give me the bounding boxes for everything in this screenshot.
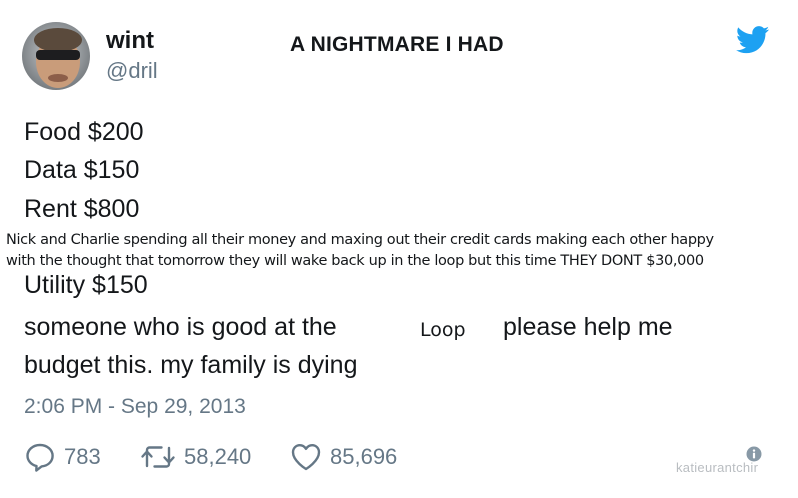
tweet-line-last: budget this. my family is dying xyxy=(24,351,358,379)
reply-count: 783 xyxy=(64,444,101,469)
like-icon xyxy=(291,444,321,471)
avatar[interactable] xyxy=(22,22,90,90)
tweet-line-after-loop: please help me xyxy=(503,313,673,341)
reply-icon xyxy=(26,443,54,472)
retweet-icon xyxy=(141,446,175,468)
reply-button[interactable]: 783 xyxy=(24,441,101,473)
author-handle[interactable]: @dril xyxy=(106,58,158,84)
overlay-caption-line-1: Nick and Charlie spending all their mone… xyxy=(6,232,714,248)
meme-caption: A NIGHTMARE I HAD xyxy=(290,33,504,56)
author-display-name[interactable]: wint xyxy=(106,27,154,55)
watermark: katieurantchir xyxy=(676,460,759,475)
twitter-bird-icon[interactable] xyxy=(735,26,770,54)
tweet-timestamp[interactable]: 2:06 PM - Sep 29, 2013 xyxy=(24,394,246,420)
tweet-line-before-loop: someone who is good at the xyxy=(24,313,337,341)
avatar-image xyxy=(22,22,90,90)
retweet-count: 58,240 xyxy=(184,444,252,469)
like-count: 85,696 xyxy=(330,444,398,469)
retweet-button[interactable]: 58,240 xyxy=(140,441,251,473)
tweet-line-data: Data $150 xyxy=(24,156,140,184)
tweet-line-utility: Utility $150 xyxy=(24,271,148,299)
overlay-caption-line-2: with the thought that tomorrow they will… xyxy=(6,253,704,269)
tweet-line-rent: Rent $800 xyxy=(24,195,140,223)
loop-word-overlay: Loop xyxy=(420,319,466,341)
like-button[interactable]: 85,696 xyxy=(290,441,397,473)
tweet-line-food: Food $200 xyxy=(24,118,144,146)
